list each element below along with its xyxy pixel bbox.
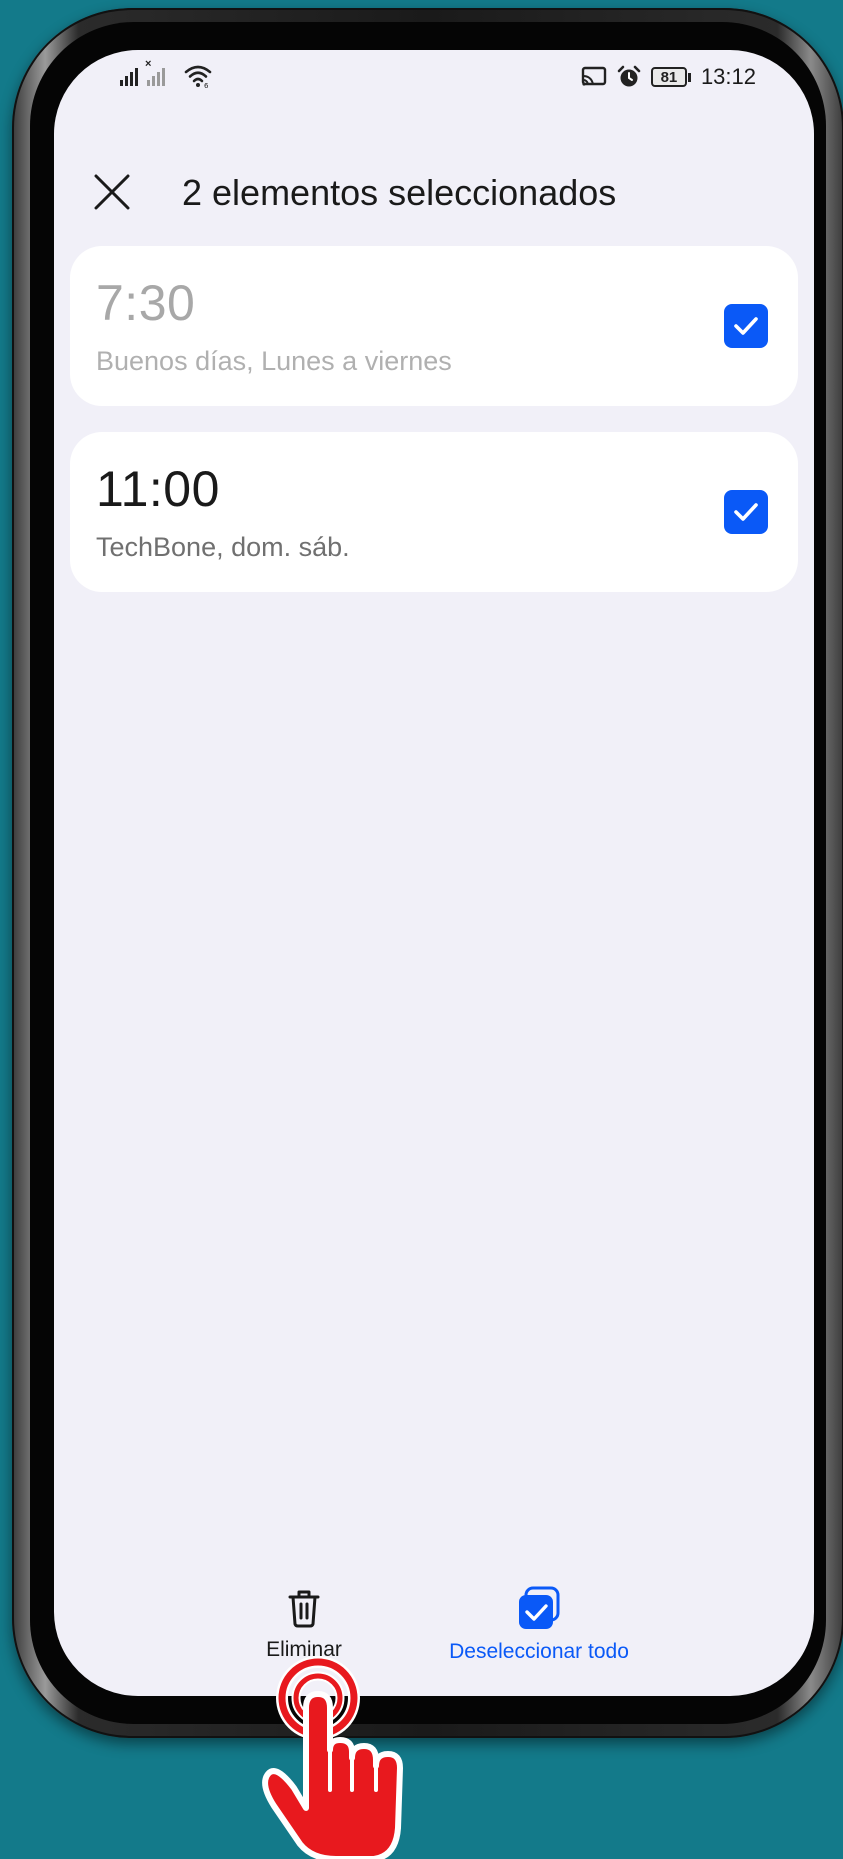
alarm-label: Buenos días, Lunes a viernes [96, 346, 452, 376]
trash-icon [288, 1590, 320, 1628]
alarm-time: 7:30 [96, 275, 196, 331]
status-time: 13:12 [700, 64, 756, 89]
deselect-all-button[interactable]: Deseleccionar todo [394, 1586, 684, 1664]
tutorial-stage: × 6 81 13:12 2 elementos seleccionados 7… [0, 0, 843, 1859]
selection-header: 2 elementos seleccionados [54, 150, 814, 230]
alarm-clock-icon [617, 65, 641, 87]
delete-label: Eliminar [266, 1638, 342, 1661]
battery-level: 81 [650, 67, 687, 87]
page-title: 2 elementos seleccionados [182, 172, 617, 213]
close-icon[interactable] [90, 170, 134, 214]
bottom-toolbar: Eliminar Deseleccionar todo [54, 1576, 814, 1696]
status-bar: × 6 81 13:12 [54, 50, 814, 120]
alarm-card[interactable]: 11:00 TechBone, dom. sáb. [70, 432, 798, 592]
alarm-label: TechBone, dom. sáb. [96, 532, 350, 562]
cast-icon [581, 66, 607, 86]
alarm-time: 11:00 [96, 461, 220, 517]
signal-icon: × [120, 58, 171, 86]
status-icons-right: 81 13:12 [581, 64, 756, 90]
battery-indicator: 81 [650, 67, 691, 87]
checkbox-checked-icon[interactable] [724, 490, 768, 534]
deselect-all-icon [519, 1586, 560, 1629]
checkbox-checked-icon[interactable] [724, 304, 768, 348]
delete-button[interactable]: Eliminar [234, 1586, 374, 1662]
alarm-card[interactable]: 7:30 Buenos días, Lunes a viernes [70, 246, 798, 406]
phone-screen: × 6 81 13:12 2 elementos seleccionados 7… [54, 50, 814, 1696]
deselect-all-label: Deseleccionar todo [449, 1640, 629, 1663]
wifi-icon: 6 [184, 65, 212, 88]
svg-text:6: 6 [204, 82, 209, 88]
